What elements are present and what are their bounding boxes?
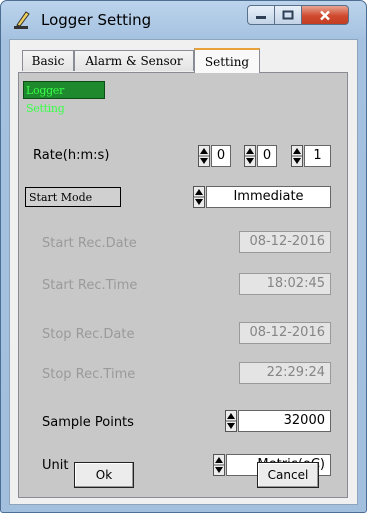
start-rec-time-field: 18:02:45 (239, 273, 331, 295)
spinner-icon (291, 145, 303, 167)
start-rec-time-label: Start Rec.Time (42, 278, 138, 293)
close-icon (320, 10, 330, 20)
rate-seconds-spinner[interactable] (291, 145, 303, 167)
spinner-icon (213, 454, 225, 476)
rate-minutes-spinner[interactable] (244, 145, 256, 167)
rate-hours-spinner[interactable] (198, 145, 210, 167)
start-mode-select[interactable]: Immediate (206, 186, 331, 208)
sample-points-field[interactable]: 32000 (238, 410, 331, 432)
maximize-button[interactable] (275, 5, 302, 25)
dialog-client-area: Basic Alarm & Sensor Setting Logger Sett… (9, 39, 358, 505)
close-button[interactable] (302, 5, 349, 25)
title-bar[interactable]: Logger Setting (1, 1, 366, 39)
tab-basic[interactable]: Basic (22, 50, 74, 71)
rate-label: Rate(h:m:s) (33, 148, 110, 163)
rate-hours-field[interactable]: 0 (211, 145, 231, 167)
maximize-icon (282, 10, 294, 20)
spinner-icon (244, 145, 256, 167)
setting-panel: Logger Setting Rate(h:m:s) 0 0 1 Start M… (18, 72, 348, 498)
rate-seconds-field[interactable]: 1 (304, 145, 331, 167)
stop-rec-time-label: Stop Rec.Time (42, 367, 136, 382)
unit-spinner[interactable] (213, 454, 225, 476)
minimize-button[interactable] (247, 5, 275, 25)
sample-points-spinner[interactable] (225, 410, 237, 432)
spinner-icon (193, 186, 205, 208)
rate-minutes-field[interactable]: 0 (257, 145, 277, 167)
pen-icon (14, 11, 30, 29)
spinner-icon (198, 145, 210, 167)
sample-points-label: Sample Points (42, 415, 134, 430)
tab-alarm-sensor[interactable]: Alarm & Sensor (74, 50, 194, 71)
dialog-window: Logger Setting Basic Alarm & Sensor Sett… (0, 0, 367, 513)
tab-setting[interactable]: Setting (194, 48, 260, 73)
window-title: Logger Setting (41, 11, 152, 29)
stop-rec-time-field: 22:29:24 (239, 362, 331, 384)
stop-rec-date-field: 08-12-2016 (239, 322, 331, 344)
caption-buttons (247, 5, 349, 27)
spinner-icon (225, 410, 237, 432)
ok-button[interactable]: Ok (74, 462, 134, 488)
start-mode-spinner[interactable] (193, 186, 205, 208)
logger-setting-label: Logger Setting (23, 81, 105, 115)
minimize-icon (256, 16, 266, 19)
start-mode-label: Start Mode (25, 187, 121, 207)
unit-label: Unit (42, 458, 69, 473)
cancel-button[interactable]: Cancel (257, 462, 319, 488)
stop-rec-date-label: Stop Rec.Date (42, 327, 135, 342)
start-rec-date-field: 08-12-2016 (239, 231, 331, 253)
start-rec-date-label: Start Rec.Date (42, 236, 137, 251)
